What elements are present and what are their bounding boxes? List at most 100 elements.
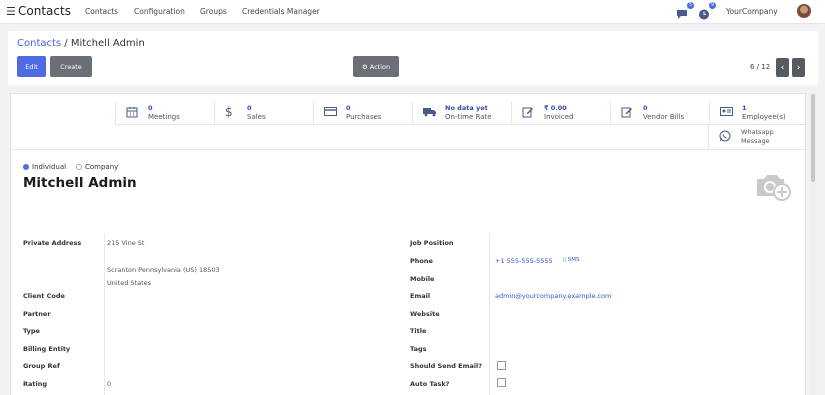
- chevron-right-icon: ›: [796, 62, 801, 73]
- radio-individual-label: Individual: [32, 163, 67, 171]
- truck-icon: [423, 106, 436, 119]
- edit-icon: [621, 106, 634, 119]
- whatsapp-label-line2: Message: [741, 137, 770, 145]
- partner-label: Partner: [23, 310, 51, 318]
- rating-label: Rating: [23, 380, 48, 388]
- whatsapp-icon: [719, 130, 731, 145]
- mobile-label: Mobile: [410, 275, 435, 283]
- city-state-zip-value[interactable]: Scranton Pennsylvania (US) 18503: [107, 266, 220, 274]
- invoiced-button[interactable]: ₹ 0.00 Invoiced: [511, 101, 610, 125]
- smart-buttons: 0 Meetings $ 0 Sales 0 Purchases No data…: [115, 101, 807, 125]
- divider: [11, 149, 807, 150]
- pager-next-button[interactable]: ›: [792, 58, 805, 77]
- meetings-count: 0: [148, 104, 153, 112]
- tags-label: Tags: [410, 345, 427, 353]
- street-value[interactable]: 215 Vine St: [107, 239, 144, 247]
- employees-count: 1: [742, 104, 747, 112]
- sales-count: 0: [247, 104, 252, 112]
- activity-icon[interactable]: 9: [698, 2, 716, 20]
- scrollbar[interactable]: [810, 93, 816, 395]
- menu-groups[interactable]: Groups: [200, 7, 227, 16]
- on-time-rate-button[interactable]: No data yet On-time Rate: [412, 101, 511, 125]
- edit-button[interactable]: Edit: [17, 56, 46, 77]
- purchases-count: 0: [346, 104, 351, 112]
- sms-link[interactable]: ▯ SMS: [563, 257, 580, 263]
- dollar-icon: $: [225, 105, 233, 119]
- auto-task-label: Auto Task?: [410, 380, 450, 388]
- type-label: Type: [23, 327, 40, 335]
- camera-add-icon[interactable]: [754, 170, 792, 202]
- activity-badge: 9: [708, 2, 716, 9]
- radio-dot-unchecked: [76, 164, 82, 170]
- apps-menu-icon[interactable]: ☰: [6, 5, 16, 18]
- breadcrumb-contacts-link[interactable]: Contacts: [17, 38, 61, 49]
- email-value[interactable]: admin@yourcompany.example.com: [495, 292, 611, 300]
- breadcrumb-separator: /: [61, 38, 71, 49]
- job-position-label: Job Position: [410, 239, 454, 247]
- vendor-bills-count: 0: [643, 104, 648, 112]
- credit-card-icon: [324, 106, 337, 119]
- group-ref-label: Group Ref: [23, 362, 60, 370]
- sales-button[interactable]: $ 0 Sales: [214, 101, 313, 125]
- purchases-label: Purchases: [346, 113, 382, 121]
- chat-badge: 5: [686, 2, 694, 9]
- vendor-bills-label: Vendor Bills: [643, 113, 685, 121]
- scrollbar-thumb[interactable]: [811, 94, 815, 182]
- whatsapp-label-line1: Whatsapp: [741, 128, 774, 136]
- rating-value[interactable]: 0: [107, 380, 111, 388]
- sms-label: SMS: [567, 257, 580, 263]
- column-divider: [489, 234, 490, 395]
- create-button[interactable]: Create: [50, 56, 92, 77]
- breadcrumb-current: Mitchell Admin: [70, 38, 145, 49]
- phone-label: Phone: [410, 257, 433, 265]
- edit-icon: [522, 106, 535, 119]
- private-address-label: Private Address: [23, 239, 82, 247]
- sales-label: Sales: [247, 113, 266, 121]
- menu-credentials-manager[interactable]: Credentials Manager: [242, 7, 320, 16]
- meetings-button[interactable]: 0 Meetings: [115, 101, 214, 125]
- mobile-icon: ▯: [563, 257, 567, 263]
- menu-contacts[interactable]: Contacts: [85, 7, 118, 16]
- radio-dot-checked: [23, 164, 29, 170]
- pager-previous-button[interactable]: ‹: [776, 58, 789, 77]
- phone-value[interactable]: +1 555-555-5555: [495, 257, 553, 265]
- on-time-rate-value: No data yet: [445, 104, 488, 112]
- purchases-button[interactable]: 0 Purchases: [313, 101, 412, 125]
- email-label: Email: [410, 292, 431, 300]
- form-sheet: 0 Meetings $ 0 Sales 0 Purchases No data…: [10, 93, 807, 395]
- client-code-label: Client Code: [23, 292, 65, 300]
- id-card-icon: [720, 106, 733, 119]
- title-label: Title: [410, 327, 427, 335]
- auto-task-checkbox[interactable]: [497, 378, 506, 387]
- control-panel: Contacts / Mitchell Admin Edit Create ⚙ …: [8, 31, 818, 85]
- employees-label: Employee(s): [742, 113, 786, 121]
- radio-individual[interactable]: Individual: [23, 163, 66, 171]
- company-switcher[interactable]: YourCompany: [726, 7, 778, 16]
- employees-button[interactable]: 1 Employee(s): [709, 101, 807, 125]
- breadcrumb: Contacts / Mitchell Admin: [17, 38, 145, 49]
- column-divider: [104, 234, 105, 395]
- should-send-email-label: Should Send Email?: [410, 362, 483, 370]
- website-label: Website: [410, 310, 440, 318]
- should-send-email-checkbox[interactable]: [497, 361, 506, 370]
- app-title[interactable]: Contacts: [18, 4, 71, 18]
- top-navbar: ☰ Contacts Contacts Configuration Groups…: [0, 0, 825, 24]
- invoiced-label: Invoiced: [544, 113, 574, 121]
- action-button[interactable]: ⚙ Action: [353, 56, 399, 77]
- whatsapp-message-button[interactable]: Whatsapp Message: [708, 125, 807, 149]
- partner-name[interactable]: Mitchell Admin: [23, 175, 137, 191]
- calendar-icon: [126, 106, 139, 119]
- user-avatar[interactable]: [797, 4, 811, 18]
- invoiced-value: ₹ 0.00: [544, 104, 567, 112]
- vendor-bills-button[interactable]: 0 Vendor Bills: [610, 101, 709, 125]
- on-time-rate-label: On-time Rate: [445, 113, 492, 121]
- radio-company[interactable]: Company: [76, 163, 118, 171]
- menu-configuration[interactable]: Configuration: [134, 7, 185, 16]
- meetings-label: Meetings: [148, 113, 180, 121]
- radio-company-label: Company: [85, 163, 119, 171]
- chat-icon[interactable]: 5: [676, 2, 694, 19]
- pager-value[interactable]: 6 / 12: [750, 63, 770, 71]
- chevron-left-icon: ‹: [780, 62, 785, 73]
- billing-entity-label: Billing Entity: [23, 345, 71, 353]
- country-value[interactable]: United States: [107, 279, 151, 287]
